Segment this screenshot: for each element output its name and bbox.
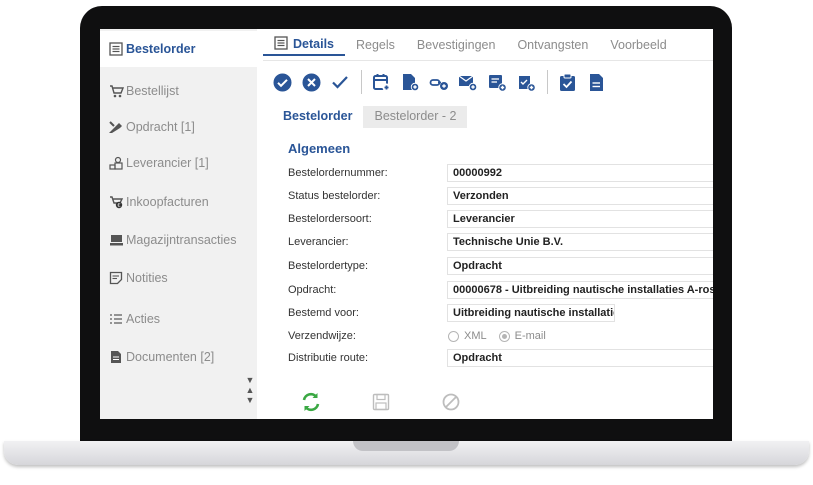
sidebar-item-label: Bestelorder bbox=[126, 42, 196, 56]
clipboard-check-button[interactable] bbox=[557, 72, 577, 92]
tab-details[interactable]: Details bbox=[263, 34, 345, 56]
sidebar-item-label: Opdracht [1] bbox=[126, 120, 195, 134]
sidebar-item-leverancier[interactable]: Leverancier [1] bbox=[100, 145, 257, 181]
bestemd-voor-field[interactable]: Uitbreiding nautische installatie bbox=[447, 304, 615, 322]
tab-bevestigingen[interactable]: Bevestigingen bbox=[406, 34, 507, 58]
mail-add-icon bbox=[458, 75, 478, 91]
form-add-icon bbox=[488, 74, 507, 92]
document-button[interactable] bbox=[586, 72, 606, 92]
clipboard-add-icon bbox=[518, 75, 536, 92]
radio-email-label: E-mail bbox=[514, 330, 546, 342]
sidebar-item-label: Acties bbox=[126, 312, 161, 326]
distributie-route-field[interactable]: Opdracht bbox=[447, 349, 713, 367]
add-form-button[interactable] bbox=[487, 72, 507, 92]
sidebar-item-opdracht[interactable]: Opdracht [1] bbox=[100, 109, 257, 145]
sidebar-item-label: Leverancier [1] bbox=[126, 156, 209, 170]
order-list-icon bbox=[108, 41, 124, 57]
block-icon bbox=[442, 393, 460, 411]
label-soort: Bestelordersoort: bbox=[288, 213, 372, 225]
sidebar-item-inkoopfacturen[interactable]: € Inkoopfacturen bbox=[100, 184, 257, 220]
approve-button[interactable] bbox=[272, 72, 292, 92]
tab-label: Details bbox=[293, 37, 334, 51]
label-bestelordernummer: Bestelordernummer: bbox=[288, 167, 388, 179]
opdracht-field[interactable]: 00000678 - Uitbreiding nautische install… bbox=[447, 281, 713, 299]
check-circle-icon bbox=[273, 73, 291, 91]
label-status: Status bestelorder: bbox=[288, 190, 381, 202]
toolbar bbox=[272, 69, 615, 95]
sidebar-item-bestellijst[interactable]: Bestellijst bbox=[100, 73, 257, 109]
add-document-button[interactable] bbox=[400, 72, 420, 92]
radio-xml-label: XML bbox=[464, 330, 487, 342]
file-text-icon bbox=[589, 73, 603, 91]
sidebar-item-label: Documenten [2] bbox=[126, 350, 215, 364]
label-verzendwijze: Verzendwijze: bbox=[288, 330, 356, 342]
toolbar-separator bbox=[547, 70, 548, 94]
bestelordernummer-field[interactable]: 00000992 bbox=[447, 164, 713, 182]
close-circle-icon bbox=[302, 73, 320, 91]
radio-email[interactable] bbox=[498, 330, 510, 342]
label-leverancier: Leverancier: bbox=[288, 236, 349, 248]
document-icon bbox=[108, 349, 124, 365]
sidebar-item-label: Bestellijst bbox=[126, 84, 179, 98]
bestelordersoort-field[interactable]: Leverancier bbox=[447, 210, 713, 228]
tab-divider bbox=[263, 60, 713, 61]
save-button[interactable] bbox=[370, 391, 392, 413]
bestelordertype-field[interactable]: Opdracht bbox=[447, 257, 713, 275]
section-title: Algemeen bbox=[288, 141, 351, 156]
cart-icon bbox=[108, 83, 124, 99]
sidebar-item-label: Notities bbox=[126, 271, 168, 285]
sidebar-item-acties[interactable]: Acties bbox=[100, 301, 257, 337]
add-appointment-button[interactable] bbox=[371, 72, 391, 92]
subtabs: Bestelorder Bestelorder - 2 bbox=[272, 106, 468, 128]
label-opdracht: Opdracht: bbox=[288, 284, 337, 296]
laptop-notch bbox=[353, 441, 459, 451]
link-add-icon bbox=[429, 78, 448, 90]
sidebar-item-bestelorder[interactable]: Bestelorder bbox=[100, 31, 257, 67]
clipboard-check-icon bbox=[559, 73, 575, 91]
list-icon bbox=[108, 311, 124, 327]
subtab-bestelorder[interactable]: Bestelorder bbox=[272, 106, 363, 128]
main-tabs: Details Regels Bevestigingen Ontvangsten… bbox=[263, 34, 678, 58]
invoice-icon: € bbox=[108, 194, 124, 210]
status-field[interactable]: Verzonden bbox=[447, 187, 713, 205]
calendar-add-icon bbox=[372, 73, 390, 91]
cancel-button[interactable] bbox=[440, 391, 462, 413]
sidebar-collapse-arrows-icon[interactable]: ▼ ▲ ▼ bbox=[244, 375, 256, 405]
sidebar-item-label: Inkoopfacturen bbox=[126, 195, 209, 209]
toolbar-separator bbox=[361, 70, 362, 94]
tab-voorbeeld[interactable]: Voorbeeld bbox=[599, 34, 677, 58]
add-link-button[interactable] bbox=[429, 72, 449, 92]
file-add-icon bbox=[402, 73, 419, 91]
verzendwijze-radio-group: XML E-mail bbox=[448, 327, 546, 345]
reject-button[interactable] bbox=[301, 72, 321, 92]
tab-regels[interactable]: Regels bbox=[345, 34, 406, 58]
sidebar-item-label: Magazijntransacties bbox=[126, 233, 237, 247]
app-screen: Bestelorder Bestellijst Opdracht [1] Lev… bbox=[100, 29, 713, 419]
details-icon bbox=[274, 35, 288, 53]
refresh-button[interactable] bbox=[300, 391, 322, 413]
supplier-icon bbox=[108, 155, 124, 171]
tools-icon bbox=[108, 119, 124, 135]
note-icon bbox=[108, 270, 124, 286]
sidebar: Bestelorder Bestellijst Opdracht [1] Lev… bbox=[100, 29, 257, 419]
save-icon bbox=[372, 393, 390, 411]
label-distributie: Distributie route: bbox=[288, 352, 369, 364]
radio-xml[interactable] bbox=[448, 330, 459, 342]
check-icon bbox=[332, 76, 348, 89]
svg-text:€: € bbox=[117, 203, 120, 209]
label-bestemd: Bestemd voor: bbox=[288, 307, 359, 319]
add-task-button[interactable] bbox=[516, 72, 536, 92]
sidebar-item-documenten[interactable]: Documenten [2] bbox=[100, 339, 257, 375]
sidebar-item-notities[interactable]: Notities bbox=[100, 260, 257, 296]
leverancier-field[interactable]: Technische Unie B.V. bbox=[447, 233, 713, 251]
label-type: Bestelordertype: bbox=[288, 260, 369, 272]
sidebar-item-magazijntransacties[interactable]: Magazijntransacties bbox=[100, 222, 257, 258]
tab-ontvangsten[interactable]: Ontvangsten bbox=[506, 34, 599, 58]
refresh-icon bbox=[302, 392, 320, 412]
bottom-actions bbox=[300, 391, 510, 413]
warehouse-icon bbox=[108, 232, 124, 248]
add-mail-button[interactable] bbox=[458, 72, 478, 92]
subtab-bestelorder-2[interactable]: Bestelorder - 2 bbox=[363, 106, 468, 128]
confirm-button[interactable] bbox=[330, 72, 350, 92]
